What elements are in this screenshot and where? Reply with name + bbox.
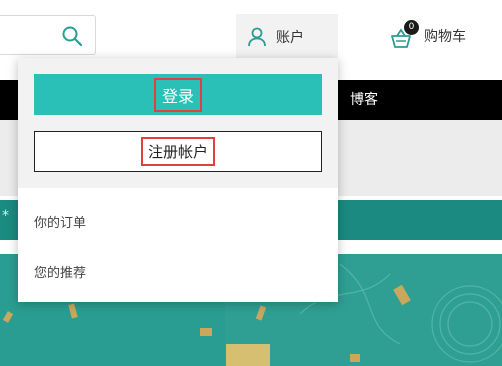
register-button-label: 注册帐户: [140, 137, 216, 166]
account-dropdown: 登录 注册帐户 你的订单 您的推荐: [18, 58, 338, 302]
account-menu-toggle[interactable]: 账户: [236, 14, 338, 60]
search-icon: [62, 26, 83, 47]
promo-marker: *: [2, 208, 9, 224]
register-button[interactable]: 注册帐户: [34, 131, 322, 172]
nav-item-blog[interactable]: 博客: [350, 80, 378, 120]
account-dropdown-actions: 登录 注册帐户: [18, 58, 338, 188]
search-input[interactable]: [0, 15, 96, 55]
cart-button[interactable]: 0 购物车: [388, 16, 498, 56]
cart-count-badge: 0: [404, 20, 419, 35]
your-recommendations-link[interactable]: 您的推荐: [34, 262, 86, 281]
cart-label: 购物车: [424, 29, 466, 45]
login-button-label: 登录: [153, 77, 203, 112]
your-orders-link[interactable]: 你的订单: [34, 212, 86, 231]
account-label: 账户: [276, 30, 304, 46]
login-button[interactable]: 登录: [34, 74, 322, 115]
search-button[interactable]: [60, 24, 84, 48]
user-icon: [248, 27, 266, 47]
